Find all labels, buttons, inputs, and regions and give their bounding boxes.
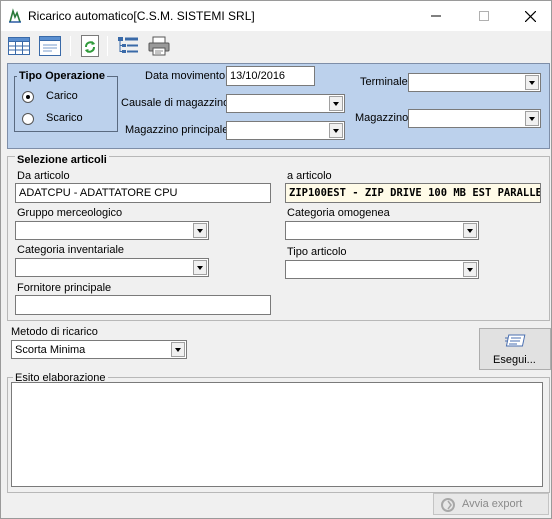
causale-label: Causale di magazzino (121, 97, 230, 109)
app-icon (9, 8, 21, 23)
execute-icon (505, 334, 526, 347)
categoria-omogenea-combo[interactable] (285, 221, 479, 240)
toolbar (1, 31, 551, 61)
minimize-icon (431, 15, 441, 17)
form-icon (39, 36, 61, 56)
refresh-button[interactable] (78, 34, 102, 58)
carico-label: Carico (46, 90, 78, 102)
metodo-ricarico-value: Scorta Minima (15, 344, 86, 356)
title-bar: Ricarico automatico[C.S.M. SISTEMI SRL] (1, 1, 551, 31)
movimento-panel: Tipo Operazione Carico Scarico Data movi… (7, 63, 550, 149)
metodo-ricarico-label: Metodo di ricarico (11, 326, 98, 338)
chevron-down-icon[interactable] (525, 75, 539, 90)
window-title: Ricarico automatico[C.S.M. SISTEMI SRL] (28, 9, 255, 23)
gruppo-merceologico-label: Gruppo merceologico (17, 207, 123, 219)
grid-view-button[interactable] (7, 34, 31, 58)
esito-elaborazione-textarea[interactable] (11, 382, 543, 487)
data-movimento-field[interactable]: 13/10/2016 (226, 66, 315, 86)
toolbar-separator (107, 36, 108, 56)
tipo-operazione-title: Tipo Operazione (17, 70, 107, 82)
close-icon (524, 10, 536, 22)
chevron-down-icon[interactable] (329, 96, 343, 111)
print-button[interactable] (147, 34, 171, 58)
causale-combo[interactable] (226, 94, 345, 113)
form-view-button[interactable] (38, 34, 62, 58)
esegui-label: Esegui... (493, 354, 536, 366)
maximize-button[interactable] (461, 1, 507, 31)
chevron-down-icon[interactable] (171, 342, 185, 357)
chevron-down-icon[interactable] (463, 262, 477, 277)
metodo-ricarico-combo[interactable]: Scorta Minima (11, 340, 187, 359)
tree-list-icon (118, 37, 138, 53)
da-articolo-label: Da articolo (17, 170, 70, 182)
maximize-icon (479, 11, 489, 21)
categoria-inventariale-label: Categoria inventariale (17, 244, 125, 256)
categoria-inventariale-combo[interactable] (15, 258, 209, 277)
chevron-down-icon[interactable] (193, 260, 207, 275)
chevron-down-icon[interactable] (463, 223, 477, 238)
chevron-down-icon[interactable] (525, 111, 539, 126)
tipo-articolo-combo[interactable] (285, 260, 479, 279)
selezione-articoli-title: Selezione articoli (15, 154, 109, 166)
a-articolo-label: a articolo (287, 170, 332, 182)
fornitore-principale-label: Fornitore principale (17, 282, 112, 294)
magazzino-principale-combo[interactable] (226, 121, 345, 140)
scarico-label: Scarico (46, 112, 83, 124)
scarico-radio[interactable] (22, 113, 34, 125)
a-articolo-field[interactable]: ZIP100EST - ZIP DRIVE 100 MB EST PARALLE… (285, 183, 541, 203)
tipo-articolo-label: Tipo articolo (287, 246, 347, 258)
toolbar-separator (70, 36, 71, 56)
print-icon (148, 36, 170, 56)
minimize-button[interactable] (413, 1, 459, 31)
categoria-omogenea-label: Categoria omogenea (287, 207, 390, 219)
fornitore-principale-field[interactable] (15, 295, 271, 315)
da-articolo-field[interactable]: ADATCPU - ADATTATORE CPU (15, 183, 271, 203)
avvia-export-button[interactable]: Avvia export (433, 493, 549, 515)
magazzino-label: Magazzino (355, 112, 409, 124)
close-button[interactable] (507, 1, 552, 31)
refresh-icon (81, 35, 99, 57)
window: Ricarico automatico[C.S.M. SISTEMI SRL] (0, 0, 552, 519)
terminale-combo[interactable] (408, 73, 541, 92)
magazzino-principale-label: Magazzino principale (125, 124, 229, 136)
grid-icon (8, 37, 30, 55)
tree-list-button[interactable] (116, 34, 140, 58)
chevron-down-icon[interactable] (193, 223, 207, 238)
gruppo-merceologico-combo[interactable] (15, 221, 209, 240)
carico-radio[interactable] (22, 91, 34, 103)
avvia-export-label: Avvia export (462, 498, 523, 510)
magazzino-combo[interactable] (408, 109, 541, 128)
esegui-button[interactable]: Esegui... (479, 328, 551, 370)
chevron-down-icon[interactable] (329, 123, 343, 138)
terminale-label: Terminale (360, 76, 408, 88)
export-icon (441, 498, 455, 512)
data-movimento-label: Data movimento (145, 70, 226, 82)
